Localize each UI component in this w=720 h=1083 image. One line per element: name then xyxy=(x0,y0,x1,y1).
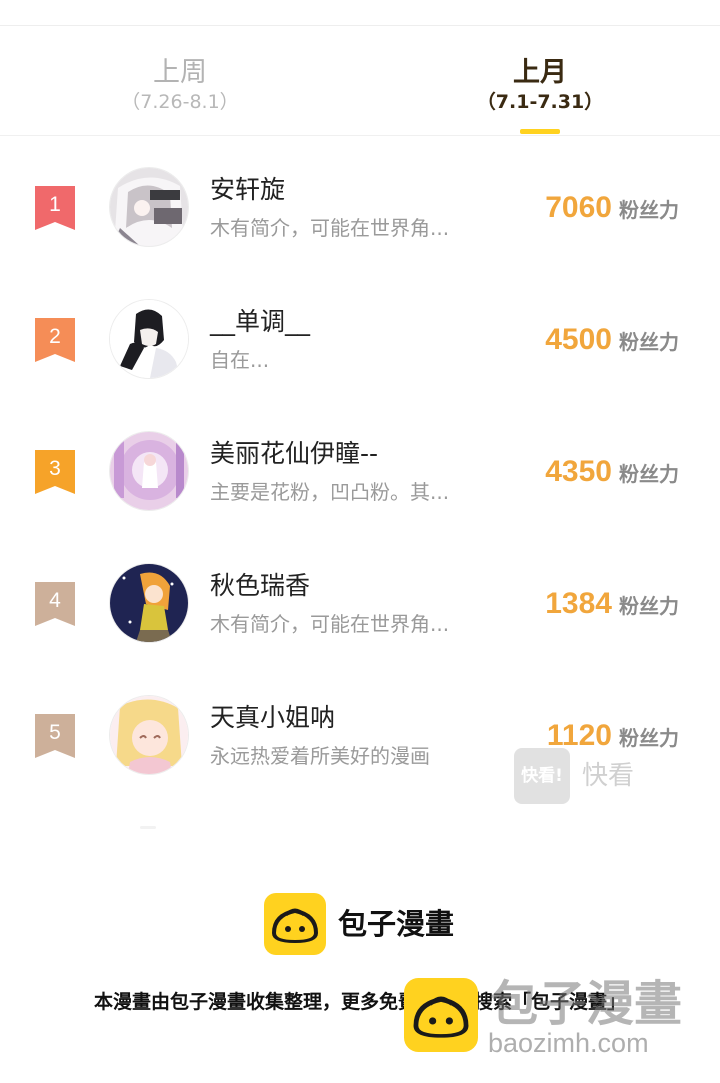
user-description: 永远热爱着所美好的漫画 xyxy=(210,744,430,768)
fans-power-value: 4500 xyxy=(545,323,612,356)
user-name[interactable]: 美丽花仙伊瞳-- xyxy=(210,438,378,470)
kuaikan-watermark: 快看! 快看 xyxy=(514,748,654,804)
baozi-watermark-url: baozimh.com xyxy=(488,1028,649,1058)
avatar[interactable] xyxy=(110,432,188,510)
ranking-row-3[interactable]: 3 美丽花仙伊瞳-- 主要是花粉，凹凸粉。其... 4350 粉丝力 xyxy=(0,406,720,538)
baozi-watermark: 包子漫畫 baozimh.com xyxy=(404,976,704,1060)
tab-last-month[interactable]: 上月 （7.1-7.31） xyxy=(440,56,640,114)
ranking-row-2[interactable]: 2 __单调__ 自在... 4500 粉丝力 xyxy=(0,274,720,406)
rank-badge-icon: 1 xyxy=(35,186,75,230)
avatar[interactable] xyxy=(110,564,188,642)
baozi-logo-icon xyxy=(264,893,326,955)
avatar[interactable] xyxy=(110,300,188,378)
fans-power-unit: 粉丝力 xyxy=(619,462,679,486)
rank-number: 5 xyxy=(49,721,61,744)
fans-power-unit: 粉丝力 xyxy=(619,594,679,618)
baozi-brand-name: 包子漫畫 xyxy=(338,907,455,941)
fans-power-unit: 粉丝力 xyxy=(619,198,679,222)
divider-mark xyxy=(140,826,156,829)
fans-power-value: 4350 xyxy=(545,455,612,488)
rank-number: 3 xyxy=(49,457,61,480)
tab-last-month-range: （7.1-7.31） xyxy=(476,91,604,113)
tab-last-month-title: 上月 xyxy=(513,57,567,88)
rank-number: 1 xyxy=(49,193,61,216)
tab-last-week[interactable]: 上周 （7.26-8.1） xyxy=(80,56,280,114)
kuaikan-logo-icon: 快看! xyxy=(514,748,570,804)
ranking-row-1[interactable]: 1 安轩旋 木有简介，可能在世界角... 7060 粉丝力 xyxy=(0,142,720,274)
rank-badge-icon: 3 xyxy=(35,450,75,494)
ranking-list: 1 安轩旋 木有简介，可能在世界角... 7060 粉丝力 2 __单调__ 自… xyxy=(0,142,720,802)
baozi-watermark-logo-icon xyxy=(404,978,478,1052)
user-name[interactable]: 安轩旋 xyxy=(210,174,285,206)
baozi-watermark-title: 包子漫畫 xyxy=(490,976,683,1032)
active-tab-indicator xyxy=(520,129,560,134)
tabs-divider xyxy=(0,135,720,136)
fans-power-unit: 粉丝力 xyxy=(619,330,679,354)
rank-number: 2 xyxy=(49,325,61,348)
fans-power-value: 1384 xyxy=(545,587,612,620)
user-name[interactable]: __单调__ xyxy=(210,306,310,338)
top-divider xyxy=(0,25,720,26)
avatar[interactable] xyxy=(110,168,188,246)
tab-last-week-title: 上周 xyxy=(153,57,207,88)
user-description: 木有简介，可能在世界角... xyxy=(210,216,450,240)
user-name[interactable]: 秋色瑞香 xyxy=(210,570,310,602)
ranking-row-4[interactable]: 4 秋色瑞香 木有简介，可能在世界角... 1384 粉丝力 xyxy=(0,538,720,670)
rank-badge-icon: 5 xyxy=(35,714,75,758)
rank-number: 4 xyxy=(49,589,61,612)
user-description: 自在... xyxy=(210,348,270,372)
fans-power-value: 7060 xyxy=(545,191,612,224)
user-description: 木有简介，可能在世界角... xyxy=(210,612,450,636)
rank-badge-icon: 4 xyxy=(35,582,75,626)
rank-badge-icon: 2 xyxy=(35,318,75,362)
kuaikan-watermark-text: 快看 xyxy=(582,761,635,791)
tab-last-week-range: （7.26-8.1） xyxy=(121,91,239,113)
user-description: 主要是花粉，凹凸粉。其... xyxy=(210,480,450,504)
user-name[interactable]: 天真小姐呐 xyxy=(210,702,335,734)
avatar[interactable] xyxy=(110,696,188,774)
